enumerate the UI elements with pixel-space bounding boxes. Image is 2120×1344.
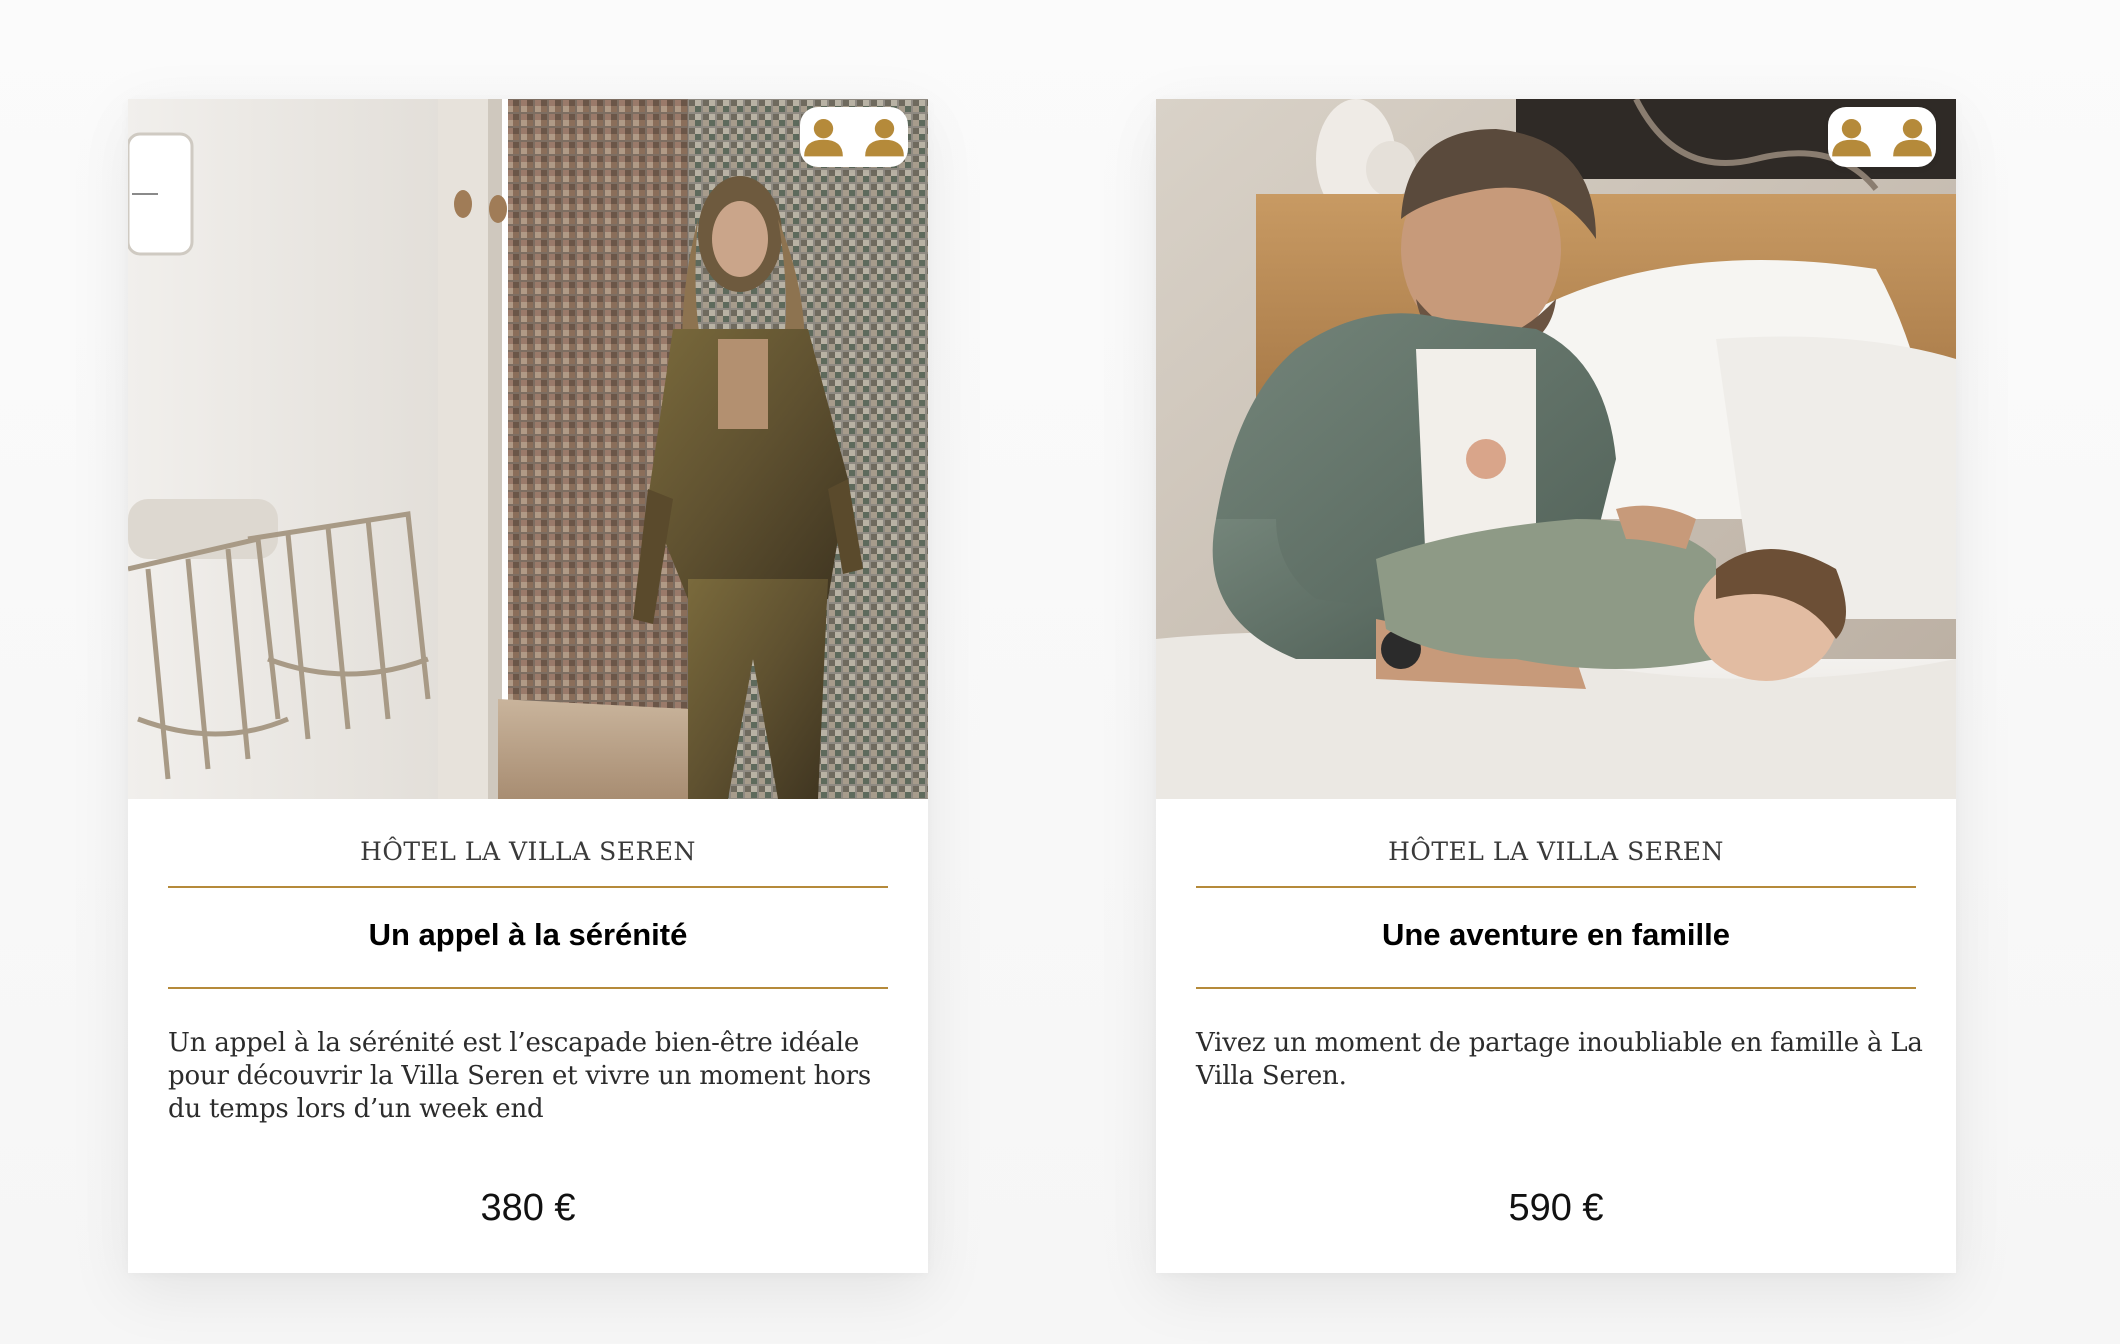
person-icon bbox=[804, 119, 843, 157]
offer-photo[interactable] bbox=[128, 99, 928, 799]
hotel-name: HÔTEL LA VILLA SEREN bbox=[1388, 837, 1724, 866]
offer-photo[interactable] bbox=[1156, 99, 1956, 799]
offer-card[interactable]: HÔTEL LA VILLA SEREN Un appel à la sérén… bbox=[128, 99, 928, 1273]
offer-description: Un appel à la sérénité est l’escapade bi… bbox=[168, 1028, 871, 1124]
divider-line bbox=[168, 886, 888, 888]
offer-price: 380 € bbox=[480, 1187, 576, 1229]
person-icon bbox=[865, 119, 904, 157]
guests-badge bbox=[1828, 107, 1936, 167]
divider-line bbox=[1196, 987, 1916, 989]
person-icon bbox=[1893, 119, 1932, 157]
divider-line bbox=[1196, 886, 1916, 888]
offer-card[interactable]: HÔTEL LA VILLA SEREN Une aventure en fam… bbox=[1156, 99, 1956, 1273]
hotel-name: HÔTEL LA VILLA SEREN bbox=[360, 837, 696, 866]
offer-description: Vivez un moment de partage inoubliable e… bbox=[1196, 1028, 1923, 1091]
divider-line bbox=[168, 987, 888, 989]
offer-title[interactable]: Un appel à la sérénité bbox=[128, 917, 928, 953]
person-icon bbox=[1832, 119, 1871, 157]
offer-price: 590 € bbox=[1508, 1187, 1604, 1229]
guests-badge bbox=[800, 107, 908, 167]
offer-title[interactable]: Une aventure en famille bbox=[1156, 917, 1956, 953]
